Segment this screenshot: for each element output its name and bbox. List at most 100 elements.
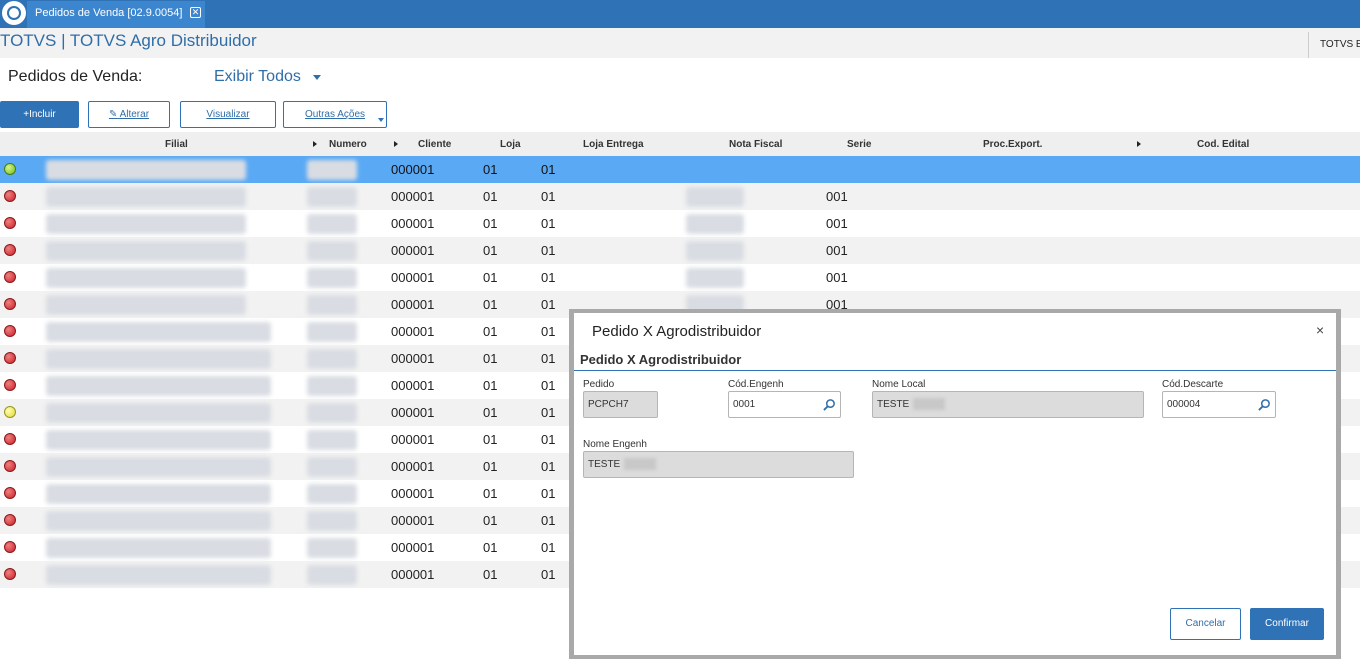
cell-loja: 01 bbox=[483, 189, 498, 204]
filter-select[interactable]: Exibir Todos bbox=[214, 68, 301, 86]
nome-engenh-field[interactable]: TESTE bbox=[583, 451, 854, 478]
column-arrow-icon[interactable] bbox=[394, 141, 398, 147]
redacted-filial bbox=[46, 376, 271, 396]
app-title: TOTVS | TOTVS Agro Distribuidor bbox=[0, 31, 257, 50]
cell-cliente: 000001 bbox=[391, 459, 435, 474]
cell-serie: 001 bbox=[826, 243, 848, 258]
nome-engenh-label: Nome Engenh bbox=[583, 439, 647, 450]
search-icon[interactable] bbox=[1258, 398, 1271, 411]
close-icon[interactable]: × bbox=[1316, 322, 1324, 338]
cod-engenh-field[interactable]: 0001 bbox=[728, 391, 841, 418]
alterar-button[interactable]: ✎ Alterar bbox=[88, 101, 170, 128]
redacted-numero bbox=[307, 403, 357, 423]
outras-acoes-label: Outras Ações bbox=[304, 109, 366, 120]
dialog-section-title: Pedido X Agrodistribuidor bbox=[580, 352, 742, 367]
cell-loja-entrega: 01 bbox=[541, 351, 556, 366]
cod-descarte-label: Cód.Descarte bbox=[1162, 379, 1224, 390]
cod-descarte-field[interactable]: 000004 bbox=[1162, 391, 1276, 418]
pedido-label: Pedido bbox=[583, 379, 615, 390]
tab-pedidos-de-venda[interactable]: Pedidos de Venda [02.9.0054] ✕ bbox=[27, 1, 205, 28]
cell-loja-entrega: 01 bbox=[541, 459, 556, 474]
tab-close-icon[interactable]: ✕ bbox=[190, 7, 201, 18]
search-icon[interactable] bbox=[823, 398, 836, 411]
table-row[interactable]: 000001 01 01 001 bbox=[0, 210, 1360, 237]
redacted-nota-fiscal bbox=[686, 214, 744, 234]
status-red-icon bbox=[4, 568, 16, 580]
pedido-field[interactable]: PCPCH7 bbox=[583, 391, 658, 418]
cell-cliente: 000001 bbox=[391, 405, 435, 420]
nome-local-field[interactable]: TESTE bbox=[872, 391, 1144, 418]
col-nota-fiscal[interactable]: Nota Fiscal bbox=[729, 139, 782, 150]
cell-cliente: 000001 bbox=[391, 270, 435, 285]
status-yellow-icon bbox=[4, 406, 16, 418]
cell-serie: 001 bbox=[826, 189, 848, 204]
cell-serie: 001 bbox=[826, 270, 848, 285]
redacted-filial bbox=[46, 187, 246, 207]
col-proc-export[interactable]: Proc.Export. bbox=[983, 139, 1042, 150]
status-red-icon bbox=[4, 271, 16, 283]
redacted-filial bbox=[46, 268, 246, 288]
table-row[interactable]: 000001 01 01 001 bbox=[0, 264, 1360, 291]
redacted-filial bbox=[46, 322, 271, 342]
cell-loja: 01 bbox=[483, 486, 498, 501]
redacted-numero bbox=[307, 484, 357, 504]
redacted-numero bbox=[307, 268, 357, 288]
table-row[interactable]: 000001 01 01 bbox=[0, 156, 1360, 183]
column-arrow-icon[interactable] bbox=[1137, 141, 1141, 147]
cell-cliente: 000001 bbox=[391, 162, 435, 177]
redacted-numero bbox=[307, 565, 357, 585]
visualizar-button[interactable]: Visualizar bbox=[180, 101, 276, 128]
pedido-agro-dialog: Pedido X Agrodistribuidor × Pedido X Agr… bbox=[574, 313, 1336, 655]
chevron-down-icon bbox=[378, 118, 384, 122]
dialog-title: Pedido X Agrodistribuidor bbox=[592, 323, 762, 340]
cell-cliente: 000001 bbox=[391, 351, 435, 366]
outras-acoes-button[interactable]: Outras Ações bbox=[283, 101, 387, 128]
redacted-filial bbox=[46, 457, 271, 477]
cod-descarte-value: 000004 bbox=[1167, 399, 1201, 410]
confirm-button[interactable]: Confirmar bbox=[1250, 608, 1324, 640]
corner-label[interactable]: TOTVS E bbox=[1308, 32, 1360, 58]
column-arrow-icon[interactable] bbox=[313, 141, 317, 147]
cod-engenh-label: Cód.Engenh bbox=[728, 379, 784, 390]
cell-loja: 01 bbox=[483, 297, 498, 312]
cell-loja-entrega: 01 bbox=[541, 243, 556, 258]
status-red-icon bbox=[4, 190, 16, 202]
col-numero[interactable]: Numero bbox=[329, 139, 367, 150]
redacted-filial bbox=[46, 538, 271, 558]
chevron-down-icon[interactable] bbox=[313, 75, 321, 80]
cell-cliente: 000001 bbox=[391, 567, 435, 582]
redacted-numero bbox=[307, 430, 357, 450]
col-loja[interactable]: Loja bbox=[500, 139, 521, 150]
status-green-icon bbox=[4, 163, 16, 175]
cod-engenh-value: 0001 bbox=[733, 399, 756, 410]
col-cliente[interactable]: Cliente bbox=[418, 139, 451, 150]
redacted-numero bbox=[307, 538, 357, 558]
table-row[interactable]: 000001 01 01 001 bbox=[0, 237, 1360, 264]
nome-local-label: Nome Local bbox=[872, 379, 926, 390]
status-red-icon bbox=[4, 514, 16, 526]
col-loja-entrega[interactable]: Loja Entrega bbox=[583, 139, 644, 150]
redacted-nota-fiscal bbox=[686, 268, 744, 288]
redacted-numero bbox=[307, 511, 357, 531]
totvs-logo-icon[interactable] bbox=[2, 1, 26, 25]
redacted-numero bbox=[307, 160, 357, 180]
redacted-filial bbox=[46, 214, 246, 234]
incluir-button[interactable]: +Incluir bbox=[0, 101, 79, 128]
status-red-icon bbox=[4, 379, 16, 391]
col-filial[interactable]: Filial bbox=[165, 139, 188, 150]
cancel-button[interactable]: Cancelar bbox=[1170, 608, 1241, 640]
cell-loja: 01 bbox=[483, 540, 498, 555]
cell-loja-entrega: 01 bbox=[541, 378, 556, 393]
col-cod-edital[interactable]: Cod. Edital bbox=[1197, 139, 1249, 150]
cell-cliente: 000001 bbox=[391, 243, 435, 258]
cell-loja-entrega: 01 bbox=[541, 486, 556, 501]
filter-label: Pedidos de Venda: bbox=[8, 68, 143, 85]
redacted-filial bbox=[46, 349, 271, 369]
redacted-nota-fiscal bbox=[686, 241, 744, 261]
cell-loja-entrega: 01 bbox=[541, 324, 556, 339]
table-row[interactable]: 000001 01 01 001 bbox=[0, 183, 1360, 210]
redacted-numero bbox=[307, 187, 357, 207]
cell-cliente: 000001 bbox=[391, 432, 435, 447]
col-serie[interactable]: Serie bbox=[847, 139, 871, 150]
cell-cliente: 000001 bbox=[391, 324, 435, 339]
